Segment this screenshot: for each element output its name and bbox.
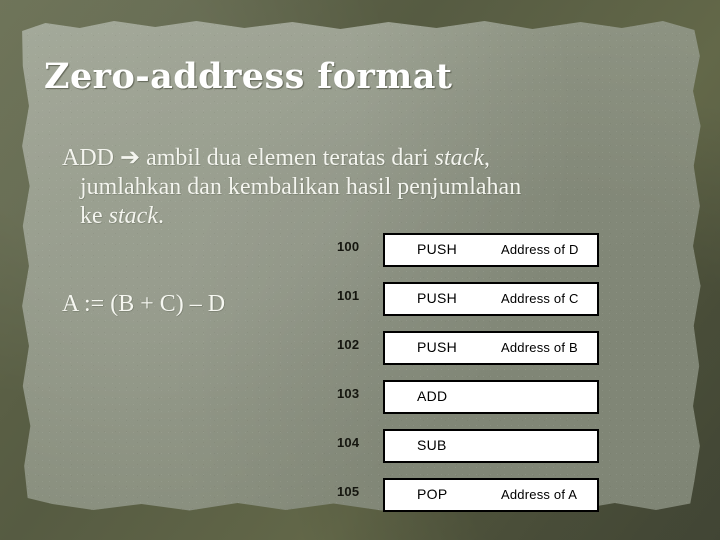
row-address: 100 bbox=[337, 239, 360, 254]
row-operand: Address of D bbox=[501, 242, 579, 257]
instruction-box: POP Address of A bbox=[383, 478, 599, 512]
assignment-expression: A := (B + C) – D bbox=[62, 291, 226, 317]
table-row: 102 PUSH Address of B bbox=[337, 331, 599, 370]
row-operand: Address of A bbox=[501, 487, 578, 502]
table-row: 101 PUSH Address of C bbox=[337, 282, 599, 321]
row-address: 105 bbox=[337, 484, 360, 499]
slide-title: Zero-address format bbox=[44, 56, 453, 97]
row-opcode: PUSH bbox=[417, 290, 458, 306]
row-opcode: PUSH bbox=[417, 241, 458, 257]
instruction-box: PUSH Address of B bbox=[383, 331, 599, 365]
table-row: 105 POP Address of A bbox=[337, 478, 599, 517]
row-operand: Address of C bbox=[501, 291, 579, 306]
instruction-box: PUSH Address of D bbox=[383, 233, 599, 267]
instruction-box: PUSH Address of C bbox=[383, 282, 599, 316]
body-line-3: ke stack. bbox=[62, 202, 662, 231]
row-opcode: ADD bbox=[417, 388, 448, 404]
body-italic-stack-1: stack bbox=[434, 145, 484, 171]
body-line-1-tail: , bbox=[483, 145, 490, 171]
slide-canvas: Zero-address format ADD ➔ ambil dua elem… bbox=[0, 0, 720, 540]
body-line-1-text: ADD ➔ ambil dua elemen teratas dari bbox=[62, 145, 435, 171]
instruction-box: SUB bbox=[383, 429, 599, 463]
body-line-2-text: jumlahkan dan kembalikan hasil penjumlah… bbox=[80, 174, 522, 200]
table-row: 103 ADD bbox=[337, 380, 599, 419]
body-italic-stack-2: stack bbox=[108, 203, 158, 229]
instruction-box: ADD bbox=[383, 380, 599, 414]
body-paragraph: ADD ➔ ambil dua elemen teratas dari stac… bbox=[62, 144, 662, 231]
row-operand: Address of B bbox=[501, 340, 578, 355]
row-address: 103 bbox=[337, 386, 360, 401]
table-row: 104 SUB bbox=[337, 429, 599, 468]
body-line-3-head: ke bbox=[80, 203, 109, 229]
row-address: 104 bbox=[337, 435, 360, 450]
row-opcode: PUSH bbox=[417, 339, 458, 355]
row-address: 101 bbox=[337, 288, 360, 303]
row-address: 102 bbox=[337, 337, 360, 352]
row-opcode: POP bbox=[417, 486, 448, 502]
table-row: 100 PUSH Address of D bbox=[337, 233, 599, 272]
body-line-3-tail: . bbox=[157, 203, 164, 229]
program-listing-table: 100 PUSH Address of D 101 PUSH Address o… bbox=[337, 233, 599, 517]
row-opcode: SUB bbox=[417, 437, 447, 453]
